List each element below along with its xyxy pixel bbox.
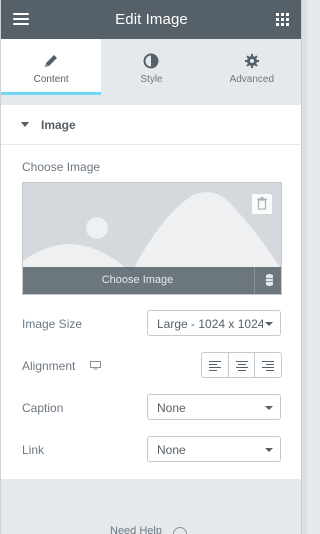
tab-content[interactable]: Content [1,39,102,95]
question-icon[interactable] [173,527,187,534]
panel-title: Edit Image [115,11,188,28]
caret-down-icon [21,122,29,127]
caption-select[interactable]: None [147,394,281,420]
align-right-button[interactable] [255,353,281,377]
image-size-value: Large - 1024 x 1024 [157,317,263,331]
tab-bar: Content Style Advanced [1,39,302,95]
chevron-down-icon [265,448,273,452]
gear-icon [244,54,259,68]
align-left-button[interactable] [202,353,229,377]
pencil-icon [45,55,58,67]
image-section: Image Choose Image Choose Image Image Si… [1,105,302,479]
section-toggle[interactable]: Image [1,105,302,145]
panel-resize-handle[interactable] [301,0,307,534]
editor-panel: Edit Image Content Style Advanced Image … [0,0,302,534]
link-label: Link [22,443,45,457]
section-title: Image [41,118,76,132]
link-select[interactable]: None [147,436,281,462]
choose-image-button[interactable]: Choose Image [23,267,252,294]
alignment-choices [201,352,282,378]
grid-icon[interactable] [276,13,289,26]
trash-icon [257,197,267,210]
need-help-link[interactable]: Need Help [110,525,162,534]
delete-image-button[interactable] [252,194,272,214]
half-circle-icon [143,53,159,69]
caption-label: Caption [22,401,64,415]
link-value: None [157,443,186,457]
image-size-select[interactable]: Large - 1024 x 1024 [147,310,281,336]
dynamic-tags-button[interactable] [254,267,281,294]
alignment-label: Alignment [22,359,76,373]
image-picker[interactable]: Choose Image [22,182,282,295]
image-size-label: Image Size [22,317,83,331]
tab-content-label: Content [33,74,69,85]
chevron-down-icon [265,322,273,326]
desktop-icon[interactable] [90,361,101,370]
tab-advanced[interactable]: Advanced [202,39,302,95]
choose-image-label: Choose Image [22,160,101,174]
database-icon [266,274,273,286]
panel-header: Edit Image [1,0,302,39]
tab-style-label: Style [140,74,163,85]
caption-value: None [157,401,186,415]
tab-advanced-label: Advanced [229,74,275,85]
chevron-down-icon [265,406,273,410]
align-center-button[interactable] [229,353,256,377]
choose-image-bar: Choose Image [23,267,281,294]
tab-style[interactable]: Style [101,39,201,95]
